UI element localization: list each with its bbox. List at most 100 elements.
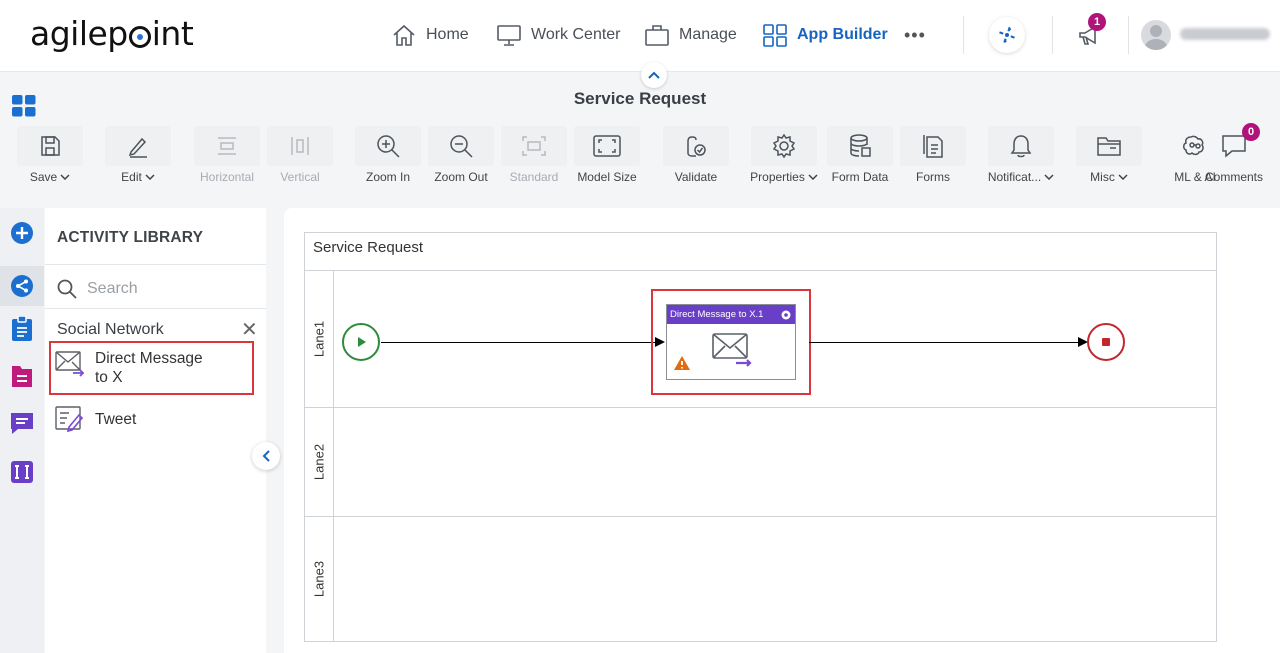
logo-text-start: agilep	[30, 14, 128, 53]
page-title: Service Request	[573, 89, 707, 108]
edit-button[interactable]: Edit	[104, 126, 172, 188]
warning-icon	[674, 356, 690, 370]
process-canvas[interactable]: Service Request Lane1 Lane2 Lane3 Direct…	[284, 208, 1280, 653]
more-menu-button[interactable]: •••	[904, 22, 926, 48]
collapse-library-button[interactable]	[252, 442, 280, 470]
activity-direct-message-to-x-1[interactable]: Direct Message to X.1	[666, 304, 796, 380]
grid-icon	[763, 24, 787, 47]
nav-app-builder[interactable]: App Builder	[762, 22, 888, 48]
top-navigation-bar: agilep int Home Work Center Manage App Bu…	[0, 0, 1280, 72]
chevron-down-icon	[808, 174, 818, 180]
agilepoint-assist-icon	[999, 27, 1015, 43]
divider	[45, 264, 266, 265]
zoom-out-button[interactable]: Zoom Out	[427, 126, 495, 188]
pool-title: Service Request	[305, 233, 1216, 271]
lane-label: Lane2	[311, 443, 327, 481]
field-button[interactable]	[8, 458, 36, 486]
chat-icon	[11, 413, 33, 434]
activity-library-title: ACTIVITY LIBRARY	[57, 229, 204, 246]
activity-label: Direct Message to X	[95, 350, 203, 386]
plus-circle-icon	[11, 222, 33, 244]
add-button[interactable]	[8, 219, 36, 247]
category-label: Social Network	[57, 321, 164, 338]
model-size-icon	[593, 135, 621, 157]
form-data-button[interactable]: Form Data	[826, 126, 894, 188]
clipboard-button[interactable]	[8, 315, 36, 343]
direct-message-icon	[55, 351, 85, 377]
swimlane-lane2[interactable]: Lane2	[305, 408, 1216, 517]
announcements-button[interactable]: 1	[1076, 13, 1106, 50]
properties-label: Properties	[750, 170, 805, 184]
activity-tweet[interactable]: Tweet	[49, 401, 254, 437]
document-button[interactable]	[8, 362, 36, 390]
play-icon	[358, 337, 366, 347]
save-button[interactable]: Save	[16, 126, 84, 188]
gear-icon[interactable]	[780, 309, 792, 321]
standard-button[interactable]: Standard	[500, 126, 568, 188]
divider	[963, 16, 964, 54]
save-icon	[41, 136, 60, 156]
comments-button[interactable]: 0 Comments	[1204, 123, 1264, 188]
nav-app-builder-label: App Builder	[797, 26, 888, 43]
standard-label: Standard	[509, 170, 559, 184]
lane-label: Lane3	[311, 560, 327, 598]
activity-label: Tweet	[95, 411, 137, 428]
misc-button[interactable]: Misc	[1075, 126, 1143, 188]
notification-badge: 1	[1088, 13, 1106, 31]
user-avatar[interactable]	[1141, 20, 1171, 50]
divider	[45, 308, 266, 309]
activity-direct-message-to-x[interactable]: Direct Message to X	[49, 341, 254, 395]
chevron-left-icon	[262, 450, 270, 462]
monitor-icon	[497, 25, 521, 46]
search-icon	[57, 279, 77, 299]
validate-button[interactable]: Validate	[662, 126, 730, 188]
zoom-in-button[interactable]: Zoom In	[354, 126, 422, 188]
folder-icon	[1097, 137, 1121, 156]
comments-badge: 0	[1242, 123, 1260, 141]
zoom-out-icon	[450, 135, 473, 158]
agilepoint-logo[interactable]: agilep int	[30, 14, 194, 53]
support-button[interactable]	[989, 17, 1025, 53]
task-title: Direct Message to X.1	[670, 309, 764, 320]
forms-icon	[923, 135, 943, 158]
briefcase-icon	[645, 25, 669, 46]
nav-home-label: Home	[426, 26, 469, 43]
zoom-out-label: Zoom Out	[434, 170, 488, 184]
save-label: Save	[29, 170, 58, 184]
bell-icon	[1010, 135, 1032, 158]
nav-home[interactable]: Home	[391, 22, 469, 48]
search-input[interactable]	[87, 276, 257, 302]
forms-button[interactable]: Forms	[899, 126, 967, 188]
social-network-button[interactable]	[0, 266, 44, 306]
activity-library-panel: ACTIVITY LIBRARY Social Network ✕ Direct…	[45, 208, 266, 653]
message-button[interactable]	[8, 409, 36, 437]
pool[interactable]: Service Request Lane1 Lane2 Lane3 Direct…	[304, 232, 1217, 642]
start-event[interactable]	[342, 323, 380, 361]
left-rail	[0, 208, 44, 653]
forms-label: Forms	[916, 170, 950, 184]
sequence-flow[interactable]	[809, 337, 1088, 347]
horizontal-icon	[218, 137, 236, 155]
close-icon[interactable]: ✕	[241, 320, 258, 340]
horizontal-button[interactable]: Horizontal	[193, 126, 261, 188]
validate-label: Validate	[674, 170, 718, 184]
chevron-down-icon	[60, 174, 70, 180]
swimlane-lane3[interactable]: Lane3	[305, 517, 1216, 641]
form-data-label: Form Data	[831, 170, 889, 184]
chevron-down-icon	[145, 174, 155, 180]
nav-manage[interactable]: Manage	[644, 22, 737, 48]
chevron-down-icon	[1118, 174, 1128, 180]
end-event[interactable]	[1087, 323, 1125, 361]
model-size-button[interactable]: Model Size	[573, 126, 641, 188]
misc-label: Misc	[1090, 170, 1115, 184]
user-name-blurred[interactable]	[1180, 28, 1270, 40]
properties-button[interactable]: Properties	[750, 126, 818, 188]
divider	[1052, 16, 1053, 54]
horizontal-label: Horizontal	[199, 170, 255, 184]
nav-work-center-label: Work Center	[531, 26, 621, 43]
notifications-button[interactable]: Notificat...	[987, 126, 1055, 188]
sequence-flow[interactable]	[381, 337, 665, 347]
vertical-button[interactable]: Vertical	[266, 126, 334, 188]
nav-work-center[interactable]: Work Center	[496, 22, 621, 48]
divider	[1128, 16, 1129, 54]
